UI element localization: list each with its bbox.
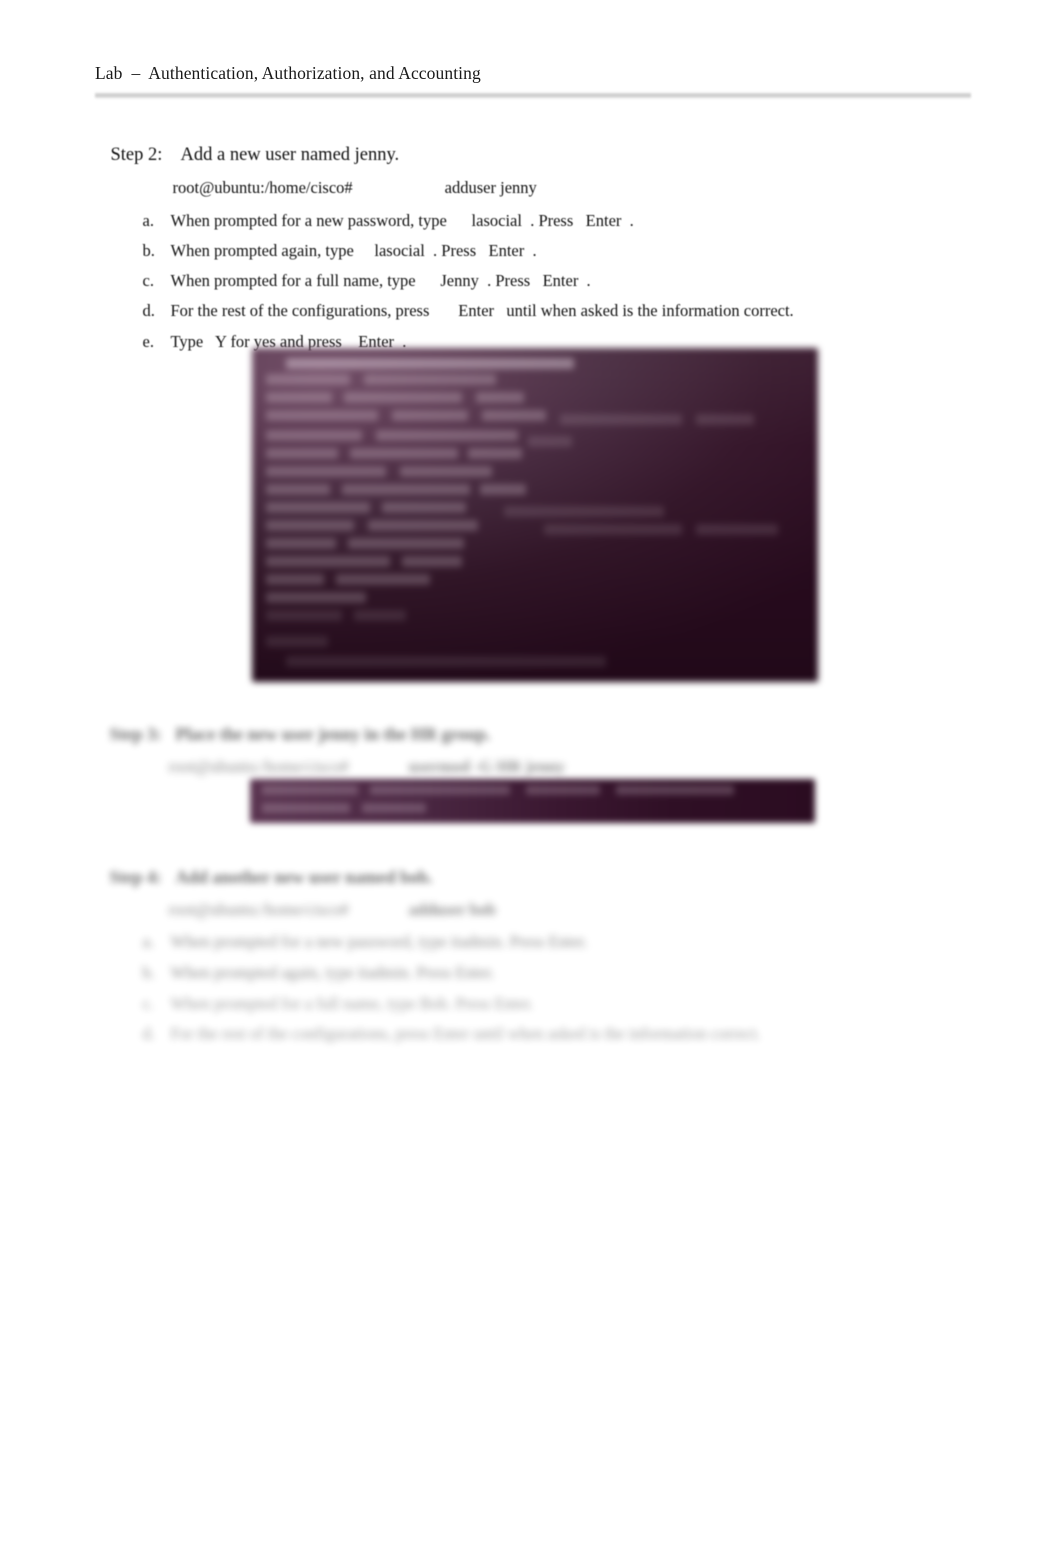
header-title: Lab – Authentication, Authorization, and…	[95, 63, 481, 83]
list-marker: d.	[142, 1024, 155, 1043]
header-divider	[95, 92, 971, 99]
step3-command-prompt: root@ubuntu:/home/cisco#	[168, 757, 349, 776]
step3-command: usermod -G HR jenny	[408, 757, 565, 776]
list-item: d. For the rest of the configurations, pr…	[126, 1004, 761, 1064]
terminal-screenshot-usermod	[250, 779, 815, 823]
document-page: Lab – Authentication, Authorization, and…	[0, 0, 1062, 1561]
document-header: Lab – Authentication, Authorization, and…	[95, 63, 970, 84]
list-text: For the rest of the configurations, pres…	[170, 1024, 761, 1043]
terminal-screenshot-adduser-jenny	[252, 348, 818, 682]
list-marker: e.	[142, 332, 154, 351]
